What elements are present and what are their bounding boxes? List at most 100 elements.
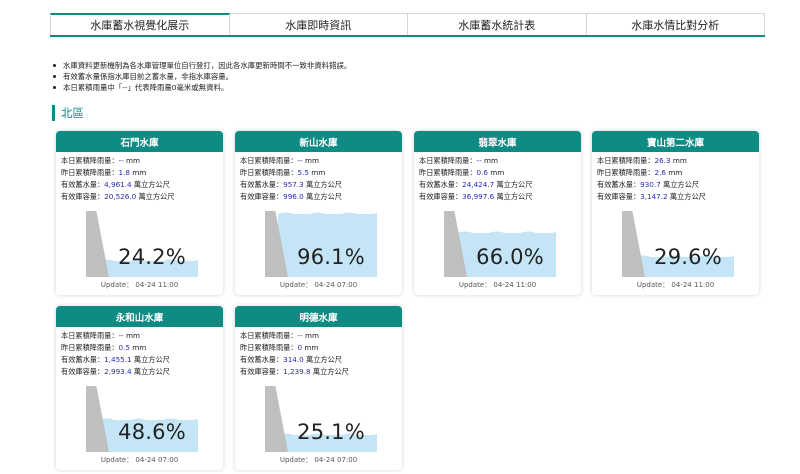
reservoir-name: 明德水庫 xyxy=(235,306,402,327)
mm-unit: mm xyxy=(126,156,141,165)
volume-unit: 萬立方公尺 xyxy=(306,180,342,189)
water-level-gauge: 66.0% xyxy=(444,211,556,277)
today-rain-value: -- xyxy=(118,156,124,165)
storage-row: 有效蓄水量：930.7 萬立方公尺 xyxy=(597,179,754,191)
today-rain-value: -- xyxy=(297,156,303,165)
yesterday-rain-value: 2.6 xyxy=(654,168,666,177)
reservoir-info: 本日累積降雨量：-- mm 昨日累積降雨量：5.5 mm 有效蓄水量：957.3… xyxy=(235,152,402,203)
today-rain-value: -- xyxy=(297,331,303,340)
reservoir-card: 翡翠水庫 本日累積降雨量：-- mm 昨日累積降雨量：0.6 mm 有效蓄水量：… xyxy=(414,131,581,295)
capacity-value: 20,526.0 xyxy=(104,192,137,201)
capacity-label: 有效庫容量： xyxy=(61,367,105,376)
yesterday-rain-row: 昨日累積降雨量：0.5 mm xyxy=(61,342,218,354)
yesterday-rain-label: 昨日累積降雨量： xyxy=(240,168,298,177)
update-value: 04-24 11:00 xyxy=(493,281,537,289)
yesterday-rain-value: 5.5 xyxy=(297,168,309,177)
reservoir-info: 本日累積降雨量：26.3 mm 昨日累積降雨量：2.6 mm 有效蓄水量：930… xyxy=(592,152,759,203)
tab-comparison-analysis[interactable]: 水庫水情比對分析 xyxy=(586,13,765,35)
reservoir-name: 石門水庫 xyxy=(56,131,223,152)
capacity-row: 有效庫容量：996.0 萬立方公尺 xyxy=(240,191,397,203)
storage-value: 1,455.1 xyxy=(104,355,132,364)
tab-visualization[interactable]: 水庫蓄水視覺化展示 xyxy=(50,13,230,35)
mm-unit: mm xyxy=(484,156,499,165)
yesterday-rain-label: 昨日累積降雨量： xyxy=(61,168,119,177)
yesterday-rain-label: 昨日累積降雨量： xyxy=(240,343,298,352)
storage-label: 有效蓄水量： xyxy=(240,180,284,189)
reservoir-card: 寶山第二水庫 本日累積降雨量：26.3 mm 昨日累積降雨量：2.6 mm 有效… xyxy=(592,131,759,295)
update-label: Update： xyxy=(100,281,134,289)
mm-unit: mm xyxy=(305,156,320,165)
reservoir-card: 石門水庫 本日累積降雨量：-- mm 昨日累積降雨量：1.8 mm 有效蓄水量：… xyxy=(56,131,223,295)
storage-value: 24,424.7 xyxy=(462,180,495,189)
water-wave xyxy=(278,212,377,217)
yesterday-rain-row: 昨日累積降雨量：2.6 mm xyxy=(597,167,754,179)
storage-label: 有效蓄水量： xyxy=(597,180,641,189)
reservoir-card: 永和山水庫 本日累積降雨量：-- mm 昨日累積降雨量：0.5 mm 有效蓄水量… xyxy=(56,306,223,470)
water-level-gauge: 48.6% xyxy=(86,386,198,452)
note-item: 水庫資料更新機制為各水庫管理單位自行登打，因此各水庫更新時間不一致非資料錯誤。 xyxy=(52,60,351,71)
mm-unit: mm xyxy=(668,168,683,177)
update-value: 04-24 07:00 xyxy=(314,281,358,289)
reservoir-info: 本日累積降雨量：-- mm 昨日累積降雨量：0 mm 有效蓄水量：314.0 萬… xyxy=(235,327,402,378)
today-rain-value: -- xyxy=(476,156,482,165)
storage-label: 有效蓄水量： xyxy=(61,180,105,189)
volume-unit: 萬立方公尺 xyxy=(312,367,349,376)
today-rain-row: 本日累積降雨量：-- mm xyxy=(419,155,576,167)
yesterday-rain-value: 0.5 xyxy=(118,343,130,352)
mm-unit: mm xyxy=(490,168,505,177)
storage-percentage: 66.0% xyxy=(476,245,544,269)
capacity-label: 有效庫容量： xyxy=(240,192,284,201)
mm-unit: mm xyxy=(304,343,319,352)
mm-unit: mm xyxy=(672,156,687,165)
storage-percentage: 96.1% xyxy=(297,245,365,269)
note-item: 有效蓄水量係指水庫目前之蓄水量，非指水庫容量。 xyxy=(52,71,351,82)
yesterday-rain-value: 1.8 xyxy=(118,168,130,177)
yesterday-rain-row: 昨日累積降雨量：5.5 mm xyxy=(240,167,397,179)
mm-unit: mm xyxy=(305,331,320,340)
capacity-label: 有效庫容量： xyxy=(597,192,641,201)
water-wave xyxy=(457,231,556,236)
storage-value: 4,961.4 xyxy=(104,180,132,189)
yesterday-rain-row: 昨日累積降雨量：1.8 mm xyxy=(61,167,218,179)
tab-statistics[interactable]: 水庫蓄水統計表 xyxy=(408,13,587,35)
today-rain-label: 本日累積降雨量： xyxy=(240,156,298,165)
mm-unit: mm xyxy=(132,343,147,352)
update-value: 04-24 11:00 xyxy=(135,281,179,289)
today-rain-label: 本日累積降雨量： xyxy=(61,331,119,340)
yesterday-rain-row: 昨日累積降雨量：0 mm xyxy=(240,342,397,354)
volume-unit: 萬立方公尺 xyxy=(138,192,175,201)
volume-unit: 萬立方公尺 xyxy=(133,355,170,364)
storage-label: 有效蓄水量： xyxy=(61,355,105,364)
capacity-value: 1,239.8 xyxy=(283,367,311,376)
reservoir-info: 本日累積降雨量：-- mm 昨日累積降雨量：1.8 mm 有效蓄水量：4,961… xyxy=(56,152,223,203)
volume-unit: 萬立方公尺 xyxy=(133,367,170,376)
update-label: Update： xyxy=(279,456,313,464)
capacity-value: 2,993.4 xyxy=(104,367,132,376)
reservoir-name: 寶山第二水庫 xyxy=(592,131,759,152)
mm-unit: mm xyxy=(126,331,141,340)
today-rain-row: 本日累積降雨量：-- mm xyxy=(240,330,397,342)
capacity-row: 有效庫容量：2,993.4 萬立方公尺 xyxy=(61,366,218,378)
storage-percentage: 29.6% xyxy=(654,245,722,269)
update-time: Update： 04-24 11:00 xyxy=(592,280,759,290)
storage-value: 957.3 xyxy=(283,180,304,189)
reservoir-info: 本日累積降雨量：-- mm 昨日累積降雨量：0.5 mm 有效蓄水量：1,455… xyxy=(56,327,223,378)
update-time: Update： 04-24 11:00 xyxy=(56,280,223,290)
capacity-row: 有效庫容量：36,997.6 萬立方公尺 xyxy=(419,191,576,203)
volume-unit: 萬立方公尺 xyxy=(496,180,533,189)
capacity-row: 有效庫容量：3,147.2 萬立方公尺 xyxy=(597,191,754,203)
capacity-value: 36,997.6 xyxy=(462,192,495,201)
today-rain-label: 本日累積降雨量： xyxy=(419,156,477,165)
volume-unit: 萬立方公尺 xyxy=(306,192,342,201)
storage-label: 有效蓄水量： xyxy=(419,180,463,189)
yesterday-rain-label: 昨日累積降雨量： xyxy=(61,343,119,352)
reservoir-card: 明德水庫 本日累積降雨量：-- mm 昨日累積降雨量：0 mm 有效蓄水量：31… xyxy=(235,306,402,470)
tab-realtime-info[interactable]: 水庫即時資訊 xyxy=(229,13,408,35)
note-item: 本日累積雨量中「--」代表降雨量0毫米或無資料。 xyxy=(52,82,351,93)
storage-row: 有效蓄水量：957.3 萬立方公尺 xyxy=(240,179,397,191)
today-rain-value: 26.3 xyxy=(654,156,671,165)
update-time: Update： 04-24 07:00 xyxy=(56,455,223,465)
storage-value: 314.0 xyxy=(283,355,304,364)
yesterday-rain-value: 0.6 xyxy=(476,168,488,177)
today-rain-row: 本日累積降雨量：-- mm xyxy=(61,330,218,342)
